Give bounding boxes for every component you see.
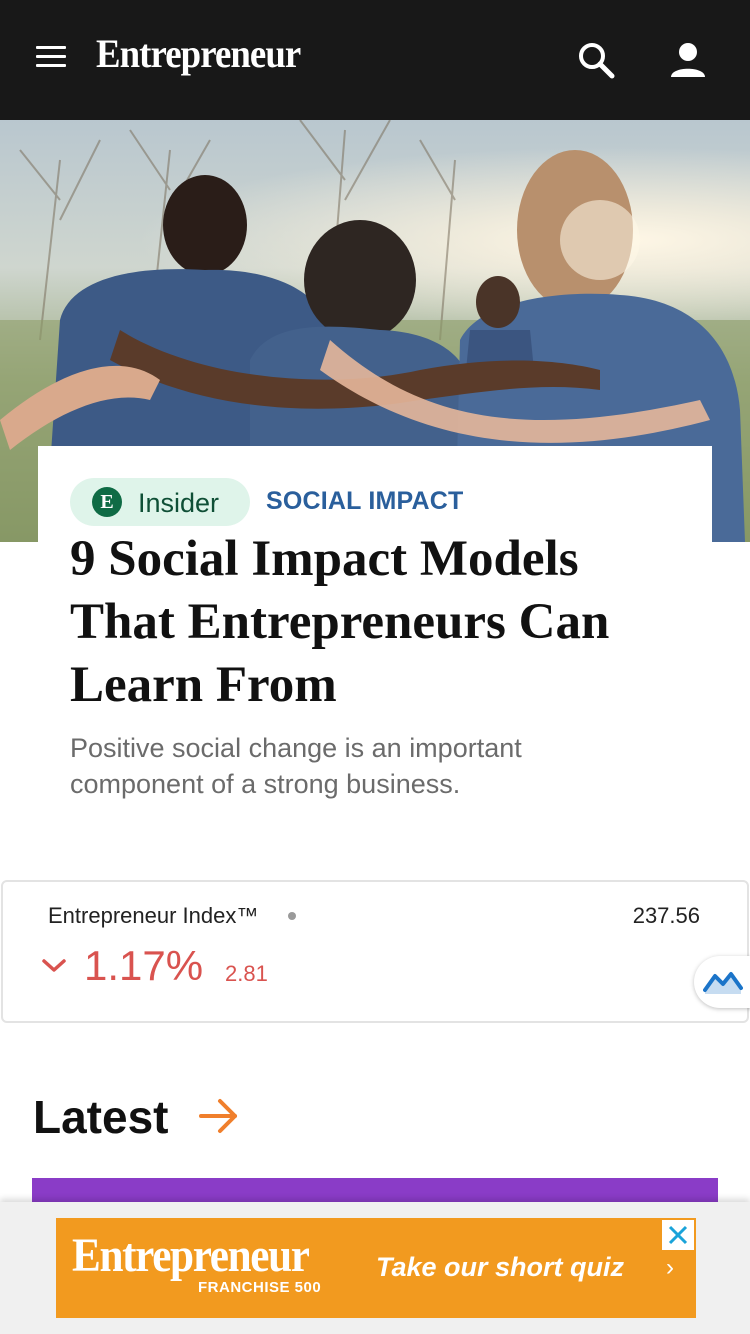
- article-dek: Positive social change is an important c…: [70, 733, 522, 799]
- top-navigation-bar: Entrepreneur: [0, 0, 750, 120]
- insider-label: Insider: [138, 488, 220, 518]
- site-logo[interactable]: Entrepreneur: [96, 30, 301, 77]
- article-category-link[interactable]: SOCIAL IMPACT: [266, 487, 464, 516]
- search-icon[interactable]: [576, 40, 616, 80]
- insider-badge[interactable]: E Insider: [70, 478, 250, 526]
- ad-close-button[interactable]: [662, 1220, 694, 1250]
- user-account-icon[interactable]: [668, 40, 708, 80]
- arrow-right-icon[interactable]: [198, 1095, 240, 1137]
- article-headline[interactable]: 9 Social Impact Models That Entrepreneur…: [70, 528, 690, 717]
- hamburger-menu-icon[interactable]: [36, 46, 66, 68]
- ad-subtitle: FRANCHISE 500: [198, 1279, 322, 1296]
- chevron-right-icon: ›: [666, 1254, 674, 1281]
- index-value: 237.56: [632, 903, 700, 928]
- index-status-dot-icon: [288, 912, 296, 920]
- index-name: Entrepreneur Index™: [48, 903, 259, 928]
- entrepreneur-e-logo-icon: E: [92, 487, 122, 517]
- latest-section-title[interactable]: Latest: [33, 1090, 168, 1144]
- chevron-down-icon: [40, 956, 68, 976]
- index-change-percent: 1.17%: [84, 942, 204, 989]
- index-change-points: 2.81: [225, 961, 268, 986]
- ad-call-to-action[interactable]: Take our short quiz: [376, 1252, 624, 1283]
- close-icon: [668, 1225, 688, 1245]
- wave-chart-icon: [703, 972, 743, 994]
- market-chart-button[interactable]: [694, 956, 750, 1008]
- ad-logo: Entrepreneur: [72, 1229, 310, 1282]
